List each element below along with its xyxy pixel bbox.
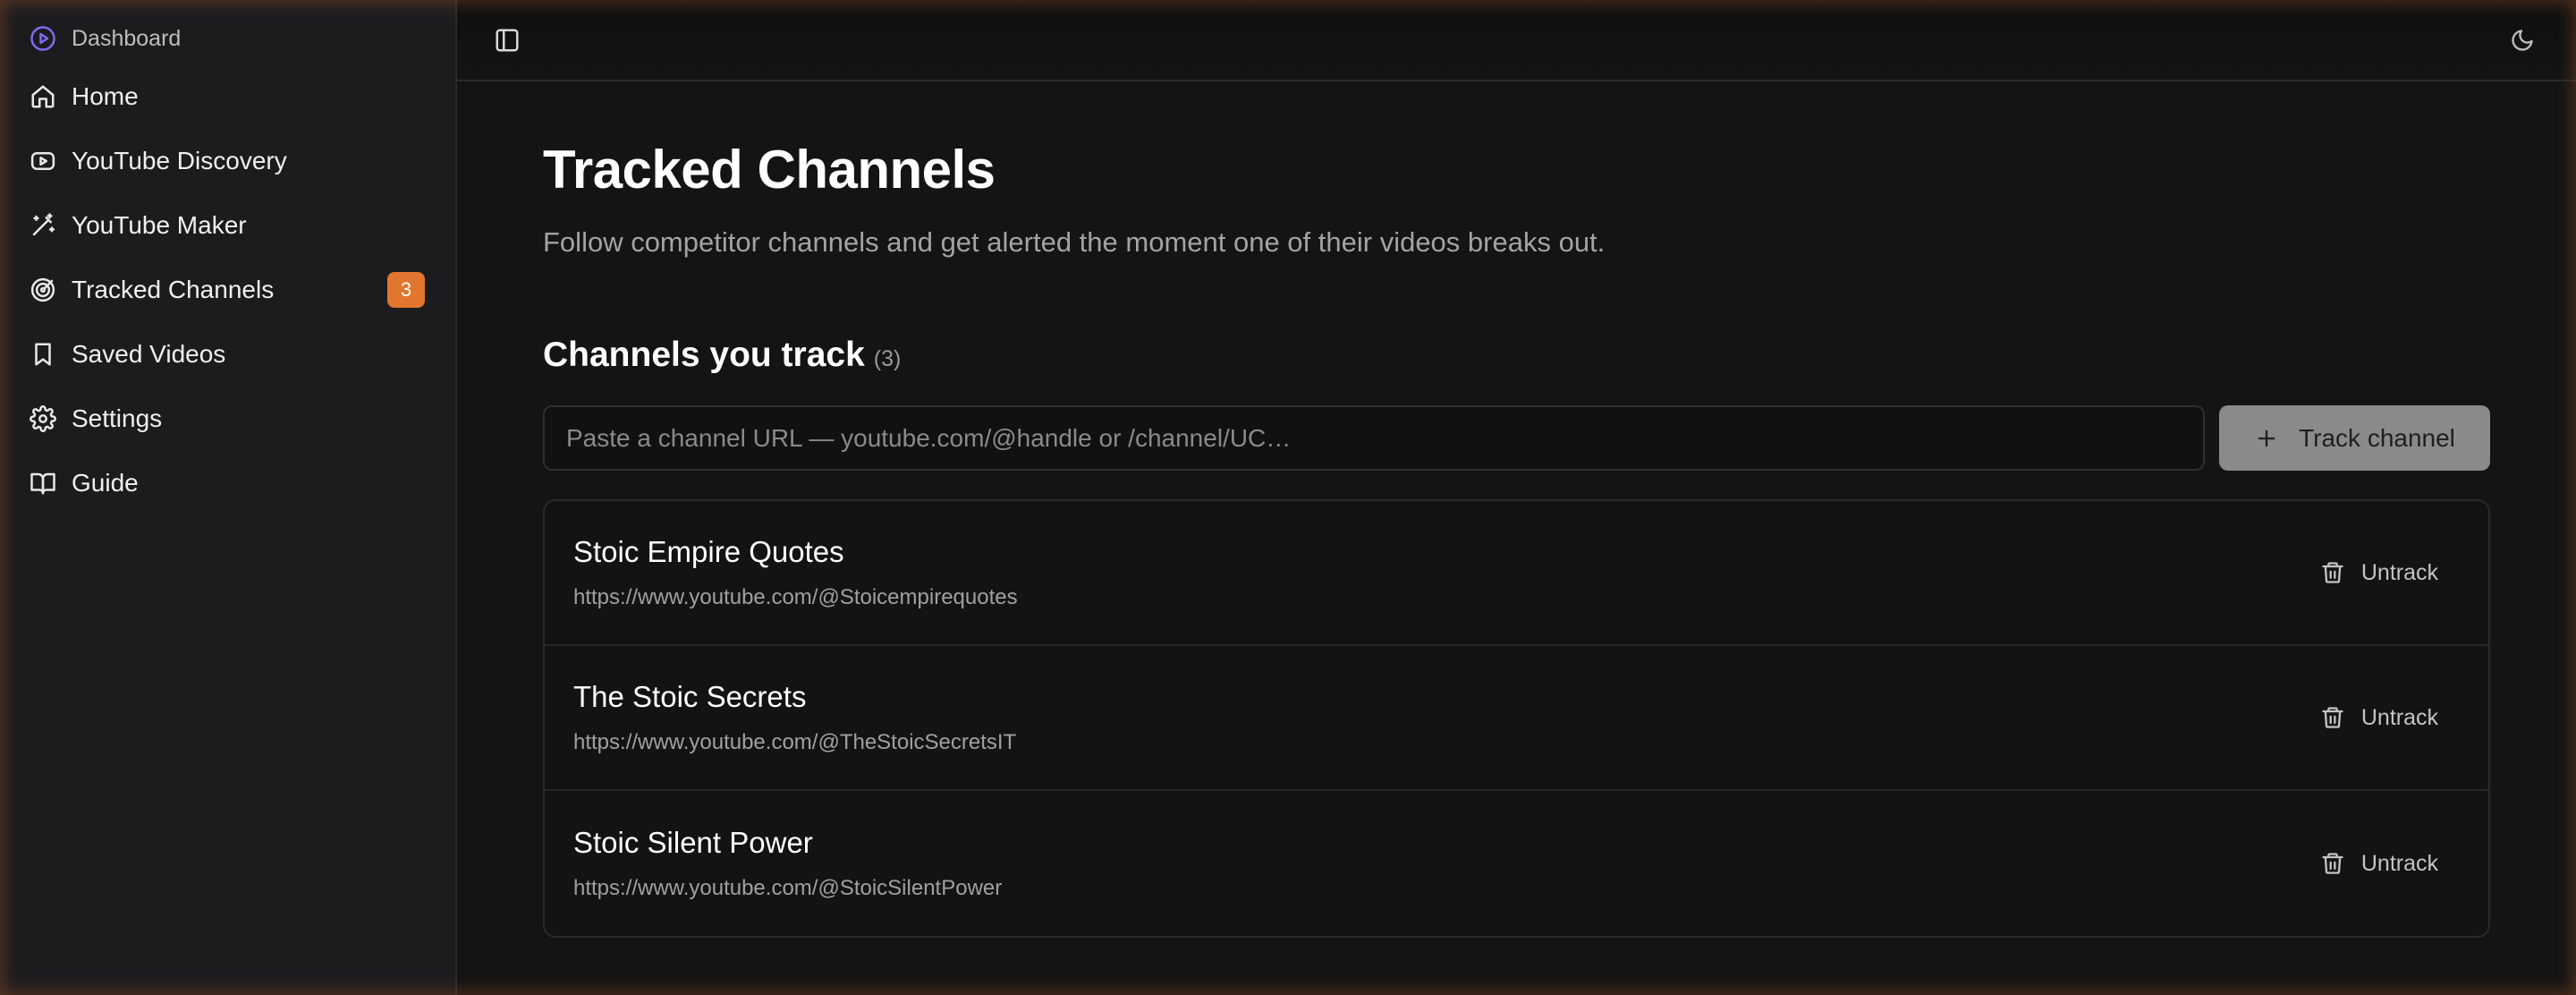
sidebar-item-home[interactable]: Home <box>0 64 455 129</box>
sidebar-brand[interactable]: Dashboard <box>0 20 455 57</box>
channel-info: The Stoic Secrets https://www.youtube.co… <box>573 680 1016 755</box>
gear-icon <box>29 404 57 433</box>
untrack-button[interactable]: Untrack <box>2320 560 2438 586</box>
channel-info: Stoic Silent Power https://www.youtube.c… <box>573 826 1002 901</box>
sidebar-item-label: YouTube Maker <box>72 211 247 239</box>
trash-icon <box>2320 705 2345 730</box>
tracked-count-badge: 3 <box>387 272 425 308</box>
sidebar: Dashboard Home YouTube Discovery YouTube… <box>0 0 457 995</box>
channel-name: Stoic Empire Quotes <box>573 535 844 568</box>
sidebar-item-saved-videos[interactable]: Saved Videos <box>0 322 455 387</box>
untrack-label: Untrack <box>2360 559 2438 585</box>
channel-url: https://www.youtube.com/@TheStoicSecrets… <box>573 730 1017 754</box>
home-icon <box>29 82 57 111</box>
trash-icon <box>2320 851 2345 876</box>
sidebar-item-youtube-maker[interactable]: YouTube Maker <box>0 193 455 258</box>
page-title: Tracked Channels <box>543 140 996 200</box>
sidebar-item-youtube-discovery[interactable]: YouTube Discovery <box>0 129 455 193</box>
section-heading: Channels you track (3) <box>543 336 2490 375</box>
sidebar-brand-label: Dashboard <box>72 25 182 51</box>
play-circle-icon <box>29 24 57 53</box>
bookmark-icon <box>29 340 57 369</box>
sidebar-item-label: Tracked Channels <box>72 276 275 303</box>
channel-row: Stoic Empire Quotes https://www.youtube.… <box>545 501 2488 646</box>
channel-name: Stoic Silent Power <box>573 826 813 859</box>
magic-wand-icon <box>29 211 57 240</box>
channel-url: https://www.youtube.com/@StoicSilentPowe… <box>573 876 1003 900</box>
untrack-label: Untrack <box>2360 704 2438 730</box>
channel-name: The Stoic Secrets <box>573 680 807 713</box>
untrack-label: Untrack <box>2360 850 2438 876</box>
app-window: Dashboard Home YouTube Discovery YouTube… <box>0 0 2576 995</box>
main-panel: Tracked Channels Follow competitor chann… <box>457 0 2576 995</box>
section-title: Channels you track <box>543 336 865 374</box>
channel-url: https://www.youtube.com/@Stoicempirequot… <box>573 585 1018 609</box>
track-channel-button[interactable]: Track channel <box>2219 405 2490 471</box>
channel-row: The Stoic Secrets https://www.youtube.co… <box>545 646 2488 791</box>
sidebar-item-label: Settings <box>72 404 163 432</box>
track-channel-form: Track channel <box>543 405 2490 471</box>
sidebar-item-tracked-channels[interactable]: Tracked Channels 3 <box>0 258 455 322</box>
untrack-button[interactable]: Untrack <box>2320 851 2438 877</box>
sidebar-item-settings[interactable]: Settings <box>0 387 455 451</box>
channel-count: (3) <box>873 346 902 371</box>
moon-icon[interactable] <box>2499 17 2546 64</box>
track-channel-label: Track channel <box>2299 423 2455 452</box>
channel-info: Stoic Empire Quotes https://www.youtube.… <box>573 535 1018 610</box>
page-content: Tracked Channels Follow competitor chann… <box>457 81 2576 938</box>
channel-list: Stoic Empire Quotes https://www.youtube.… <box>543 499 2490 938</box>
sidebar-item-label: Home <box>72 82 139 110</box>
top-bar <box>457 0 2576 81</box>
youtube-icon <box>29 147 57 175</box>
untrack-button[interactable]: Untrack <box>2320 705 2438 731</box>
channel-row: Stoic Silent Power https://www.youtube.c… <box>545 791 2488 936</box>
sidebar-item-label: YouTube Discovery <box>72 147 287 174</box>
sidebar-item-label: Guide <box>72 469 139 497</box>
book-open-icon <box>29 469 57 498</box>
sidebar-item-guide[interactable]: Guide <box>0 451 455 515</box>
plus-icon <box>2254 426 2279 451</box>
page-subtitle: Follow competitor channels and get alert… <box>543 226 1606 258</box>
trash-icon <box>2320 560 2345 585</box>
panel-left-icon[interactable] <box>484 17 530 64</box>
sidebar-item-label: Saved Videos <box>72 340 226 368</box>
channel-url-input[interactable] <box>543 405 2205 471</box>
target-icon <box>29 276 57 304</box>
